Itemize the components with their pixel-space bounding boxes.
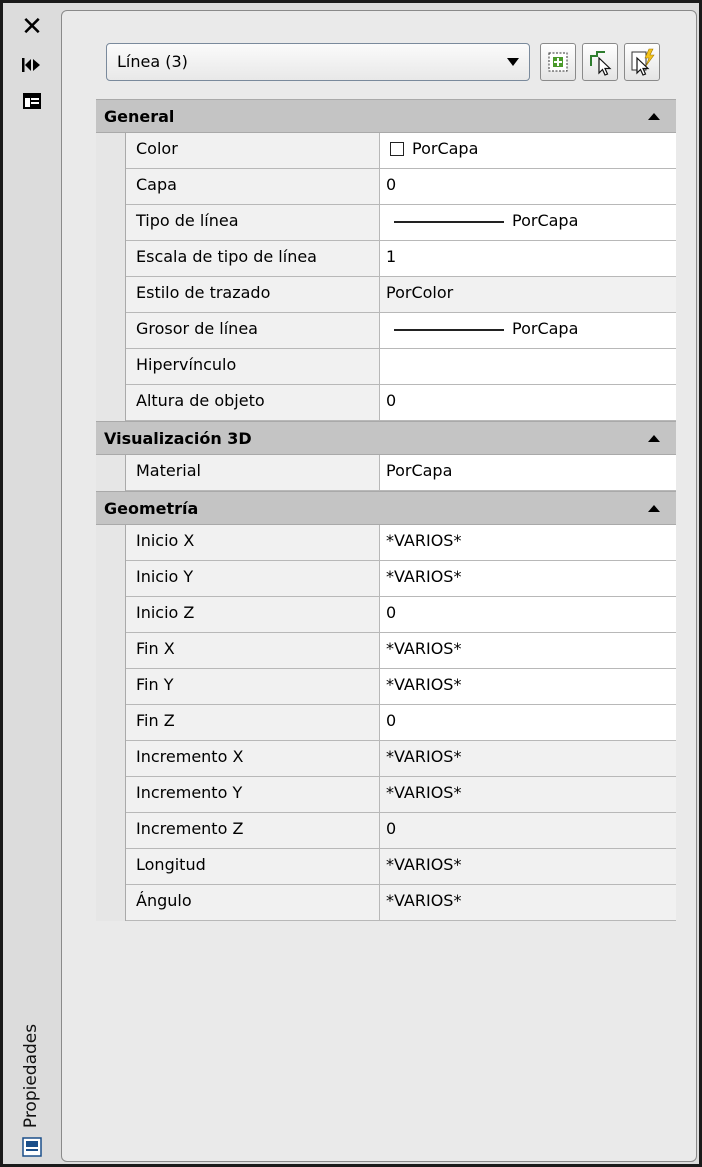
object-type-label: Línea (3)	[117, 52, 188, 71]
select-objects-icon	[590, 51, 612, 76]
property-row-thickness[interactable]: Altura de objeto 0	[96, 385, 676, 421]
property-row-end-y[interactable]: Fin Y *VARIOS*	[96, 669, 676, 705]
property-value-start-y[interactable]: *VARIOS*	[380, 561, 676, 597]
property-row-start-x[interactable]: Inicio X *VARIOS*	[96, 525, 676, 561]
property-value-end-z[interactable]: 0	[380, 705, 676, 741]
property-value-delta-z: 0	[380, 813, 676, 849]
properties-palette-icon[interactable]	[20, 1136, 44, 1158]
linetype-preview-icon	[394, 221, 504, 223]
property-row-layer[interactable]: Capa 0	[96, 169, 676, 205]
property-value-linetype-scale[interactable]: 1	[380, 241, 676, 277]
palette-content: Línea (3) General Color PorCapa Capa 0 T…	[61, 10, 697, 1162]
property-row-start-y[interactable]: Inicio Y *VARIOS*	[96, 561, 676, 597]
property-row-delta-y: Incremento Y *VARIOS*	[96, 777, 676, 813]
property-row-end-x[interactable]: Fin X *VARIOS*	[96, 633, 676, 669]
property-row-delta-x: Incremento X *VARIOS*	[96, 741, 676, 777]
property-row-material[interactable]: Material PorCapa	[96, 455, 676, 491]
property-value-linetype[interactable]: PorCapa	[380, 205, 676, 241]
property-value-hyperlink[interactable]	[380, 349, 676, 385]
property-row-length: Longitud *VARIOS*	[96, 849, 676, 885]
property-row-angle: Ángulo *VARIOS*	[96, 885, 676, 921]
property-row-linetype-scale[interactable]: Escala de tipo de línea 1	[96, 241, 676, 277]
quick-select-button[interactable]	[624, 43, 660, 81]
property-row-start-z[interactable]: Inicio Z 0	[96, 597, 676, 633]
property-row-delta-z: Incremento Z 0	[96, 813, 676, 849]
properties-palette: ✕ Propiedades Línea (3) General Color Po…	[0, 0, 702, 1167]
section-3d-visualization-header[interactable]: Visualización 3D	[96, 421, 676, 455]
property-value-angle: *VARIOS*	[380, 885, 676, 921]
property-row-lineweight[interactable]: Grosor de línea PorCapa	[96, 313, 676, 349]
property-row-end-z[interactable]: Fin Z 0	[96, 705, 676, 741]
property-row-linetype[interactable]: Tipo de línea PorCapa	[96, 205, 676, 241]
auto-hide-icon[interactable]	[20, 54, 44, 76]
section-general-header[interactable]: General	[96, 99, 676, 133]
select-objects-button[interactable]	[582, 43, 618, 81]
chevron-down-icon	[507, 58, 519, 66]
property-value-thickness[interactable]: 0	[380, 385, 676, 421]
palette-title: Propiedades	[21, 1023, 41, 1129]
palette-properties-icon[interactable]	[20, 90, 44, 112]
property-value-start-z[interactable]: 0	[380, 597, 676, 633]
property-value-plot-style: PorColor	[380, 277, 676, 313]
property-value-end-x[interactable]: *VARIOS*	[380, 633, 676, 669]
property-value-material[interactable]: PorCapa	[380, 455, 676, 491]
collapse-icon[interactable]	[648, 505, 660, 512]
toggle-pickadd-button[interactable]	[540, 43, 576, 81]
property-value-color[interactable]: PorCapa	[380, 133, 676, 169]
color-swatch-icon	[390, 142, 404, 156]
property-value-delta-y: *VARIOS*	[380, 777, 676, 813]
section-geometry-header[interactable]: Geometría	[96, 491, 676, 525]
property-value-start-x[interactable]: *VARIOS*	[380, 525, 676, 561]
property-row-plot-style: Estilo de trazado PorColor	[96, 277, 676, 313]
properties-grid: General Color PorCapa Capa 0 Tipo de lín…	[96, 99, 676, 921]
property-row-hyperlink[interactable]: Hipervínculo	[96, 349, 676, 385]
collapse-icon[interactable]	[648, 435, 660, 442]
property-value-delta-x: *VARIOS*	[380, 741, 676, 777]
close-icon[interactable]: ✕	[20, 14, 44, 40]
property-value-length: *VARIOS*	[380, 849, 676, 885]
collapse-icon[interactable]	[648, 113, 660, 120]
quick-select-icon	[631, 48, 655, 76]
palette-titlebar: ✕ Propiedades	[6, 6, 60, 1164]
object-type-dropdown[interactable]: Línea (3)	[106, 43, 530, 81]
pickadd-icon	[548, 52, 568, 72]
property-row-color[interactable]: Color PorCapa	[96, 133, 676, 169]
property-value-lineweight[interactable]: PorCapa	[380, 313, 676, 349]
property-value-layer[interactable]: 0	[380, 169, 676, 205]
lineweight-preview-icon	[394, 329, 504, 331]
property-value-end-y[interactable]: *VARIOS*	[380, 669, 676, 705]
